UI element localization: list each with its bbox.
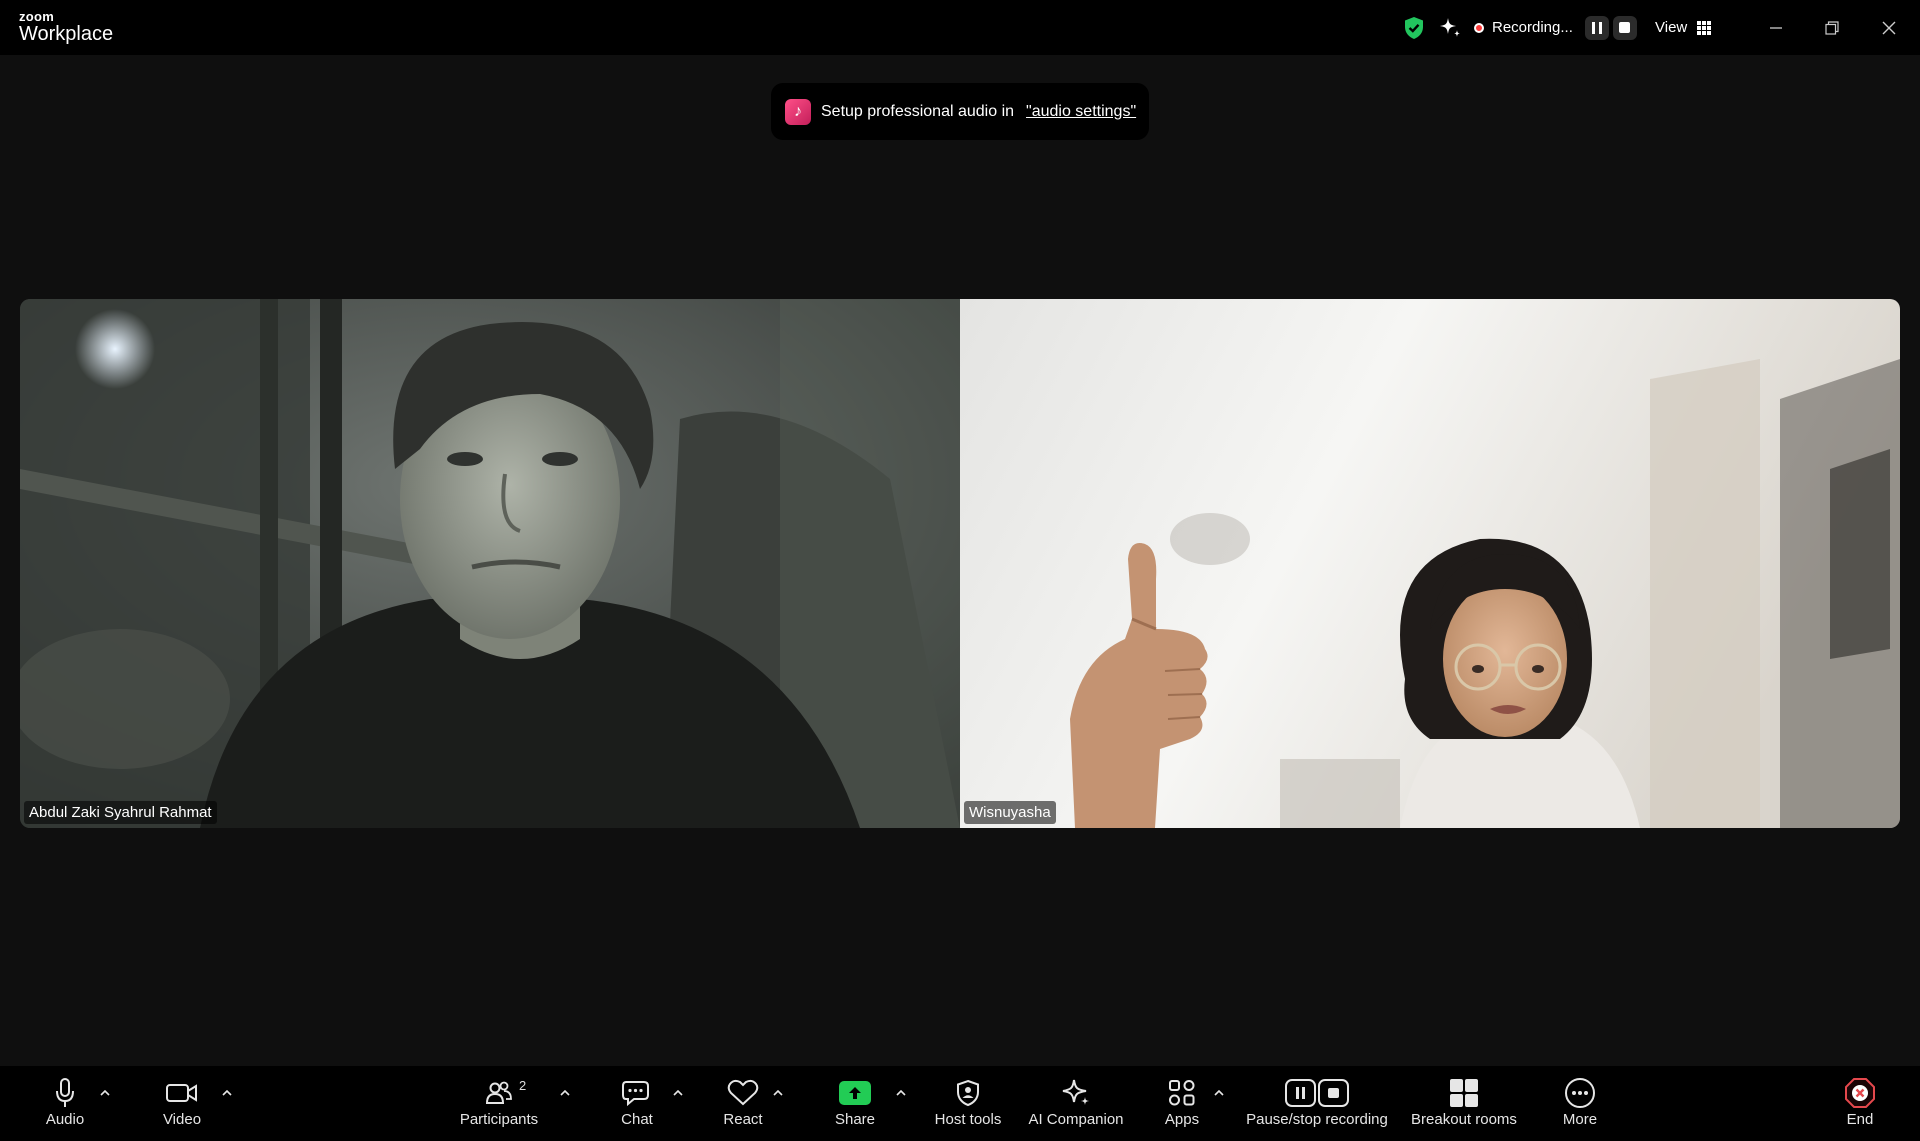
participant-tile[interactable]: Wisnuyasha: [960, 299, 1900, 828]
view-label: View: [1655, 19, 1688, 36]
participant-tile[interactable]: Abdul Zaki Syahrul Rahmat: [20, 299, 960, 828]
audio-options-caret[interactable]: [98, 1086, 112, 1100]
end-meeting-button[interactable]: End: [1842, 1066, 1878, 1141]
participants-options-caret[interactable]: [558, 1086, 572, 1100]
stop-icon: [1619, 22, 1631, 33]
ai-sparkle-icon: [1061, 1066, 1091, 1112]
music-note-icon: ♪: [785, 98, 811, 125]
breakout-rooms-label: Breakout rooms: [1411, 1111, 1517, 1128]
caret-up-icon: [673, 1090, 683, 1096]
caret-up-icon: [896, 1090, 906, 1096]
chat-label: Chat: [621, 1111, 653, 1128]
more-ellipsis-icon: [1564, 1066, 1596, 1112]
recording-dot-icon: [1474, 22, 1484, 33]
participants-count: 2: [519, 1078, 527, 1093]
host-tools-label: Host tools: [934, 1111, 1002, 1128]
apps-label: Apps: [1164, 1111, 1200, 1128]
caret-up-icon: [560, 1090, 570, 1096]
audio-button[interactable]: Audio: [40, 1066, 90, 1141]
pause-recording-button[interactable]: [1584, 15, 1609, 40]
close-icon: [1882, 21, 1896, 34]
participants-button[interactable]: Participants: [455, 1066, 543, 1141]
minimize-button[interactable]: [1756, 0, 1796, 55]
participant-video-feed: [20, 299, 960, 828]
chat-icon: [622, 1066, 652, 1112]
caret-up-icon: [222, 1090, 232, 1096]
grid-view-icon: [1697, 20, 1712, 35]
share-screen-button[interactable]: Share: [830, 1066, 880, 1141]
participant-name-tag: Wisnuyasha: [964, 801, 1056, 824]
video-camera-icon: [166, 1066, 198, 1112]
close-window-button[interactable]: [1869, 0, 1909, 55]
view-button[interactable]: View: [1655, 0, 1712, 55]
ai-companion-label: AI Companion: [1028, 1111, 1124, 1128]
restore-button[interactable]: [1812, 0, 1852, 55]
video-button[interactable]: Video: [155, 1066, 209, 1141]
breakout-rooms-button[interactable]: Breakout rooms: [1406, 1066, 1522, 1141]
ai-sparkle-icon[interactable]: [1438, 0, 1462, 55]
audio-label: Audio: [45, 1111, 85, 1128]
chat-options-caret[interactable]: [671, 1086, 685, 1100]
end-label: End: [1846, 1111, 1874, 1128]
recording-label: Recording...: [1492, 19, 1573, 36]
gallery-view: Abdul Zaki Syahrul Rahmat Wisnuyasha: [20, 299, 1900, 828]
more-label: More: [1562, 1111, 1598, 1128]
caret-up-icon: [773, 1090, 783, 1096]
ai-companion-button[interactable]: AI Companion: [1026, 1066, 1126, 1141]
apps-button[interactable]: Apps: [1160, 1066, 1204, 1141]
caret-up-icon: [1214, 1090, 1224, 1096]
video-options-caret[interactable]: [220, 1086, 234, 1100]
notification-text: Setup professional audio in: [821, 102, 1015, 120]
title-bar: zoom Workplace Recording... View: [0, 0, 1920, 55]
audio-settings-notification: ♪ Setup professional audio in "audio set…: [771, 83, 1149, 140]
logo-zoom-text: zoom: [19, 9, 55, 24]
host-tools-button[interactable]: Host tools: [930, 1066, 1006, 1141]
pause-icon: [1591, 21, 1602, 34]
participants-label: Participants: [459, 1111, 539, 1128]
minimize-icon: [1770, 26, 1782, 29]
react-button[interactable]: React: [720, 1066, 766, 1141]
participant-name-tag: Abdul Zaki Syahrul Rahmat: [24, 801, 217, 824]
share-arrow-icon: [839, 1081, 871, 1105]
heart-icon: [727, 1066, 759, 1112]
react-options-caret[interactable]: [771, 1086, 785, 1100]
logo-workplace-text: Workplace: [19, 23, 114, 45]
pause-stop-icon: [1285, 1066, 1349, 1112]
microphone-icon: [55, 1066, 75, 1112]
pause-stop-recording-button[interactable]: Pause/stop recording: [1243, 1066, 1391, 1141]
apps-options-caret[interactable]: [1212, 1086, 1226, 1100]
zoom-workplace-logo: zoom Workplace: [19, 10, 113, 44]
apps-icon: [1168, 1066, 1196, 1112]
meeting-controls-toolbar: Audio Video Participants 2 Chat React Sh…: [0, 1066, 1920, 1141]
caret-up-icon: [100, 1090, 110, 1096]
chat-button[interactable]: Chat: [614, 1066, 660, 1141]
restore-icon: [1825, 20, 1839, 35]
video-label: Video: [162, 1111, 202, 1128]
participants-icon: [485, 1066, 513, 1112]
encryption-shield-icon[interactable]: [1403, 0, 1425, 55]
share-options-caret[interactable]: [894, 1086, 908, 1100]
participant-video-feed: [960, 299, 1900, 828]
end-x-icon: [1844, 1066, 1876, 1112]
breakout-grid-icon: [1449, 1066, 1479, 1112]
react-label: React: [723, 1111, 763, 1128]
share-label: Share: [834, 1111, 876, 1128]
pause-stop-recording-label: Pause/stop recording: [1246, 1111, 1388, 1128]
more-button[interactable]: More: [1558, 1066, 1602, 1141]
audio-settings-link[interactable]: "audio settings": [1026, 103, 1136, 121]
host-shield-icon: [955, 1066, 981, 1112]
recording-indicator: Recording...: [1474, 0, 1637, 55]
stop-recording-button[interactable]: [1612, 15, 1637, 40]
